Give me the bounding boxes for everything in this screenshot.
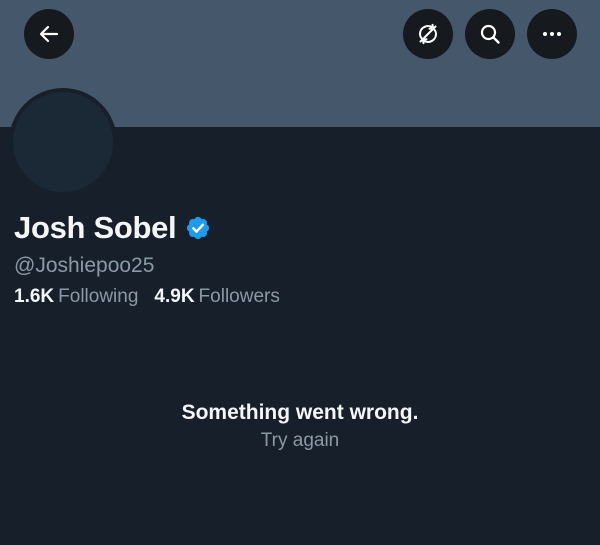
following-link[interactable]: 1.6K Following	[14, 284, 138, 310]
verified-badge-icon[interactable]	[185, 215, 211, 241]
followers-label: Followers	[198, 286, 280, 307]
following-count: 1.6K	[14, 286, 55, 307]
more-options-button[interactable]	[527, 9, 577, 59]
try-again-button[interactable]: Try again	[261, 428, 340, 454]
following-label: Following	[58, 286, 139, 307]
followers-count: 4.9K	[154, 286, 195, 307]
error-message: Something went wrong.	[181, 401, 419, 424]
error-state: Something went wrong. Try again	[0, 398, 600, 454]
back-button[interactable]	[24, 9, 74, 59]
profile-handle: @Joshiepoo25	[14, 254, 155, 277]
more-horizontal-icon	[543, 32, 561, 36]
arrow-left-icon	[39, 25, 59, 43]
profile-page: Josh Sobel @Joshiepoo25 1.6K Following 4…	[0, 0, 600, 545]
retweet-off-icon	[418, 23, 438, 45]
avatar[interactable]	[9, 88, 117, 196]
followers-link[interactable]: 4.9K Followers	[154, 284, 279, 310]
turn-off-reposts-button[interactable]	[403, 9, 453, 59]
profile-stats: 1.6K Following 4.9K Followers	[14, 284, 280, 310]
display-name: Josh Sobel	[14, 210, 177, 245]
search-button[interactable]	[465, 9, 515, 59]
search-icon	[480, 24, 500, 44]
profile-name-row: Josh Sobel	[14, 208, 211, 248]
